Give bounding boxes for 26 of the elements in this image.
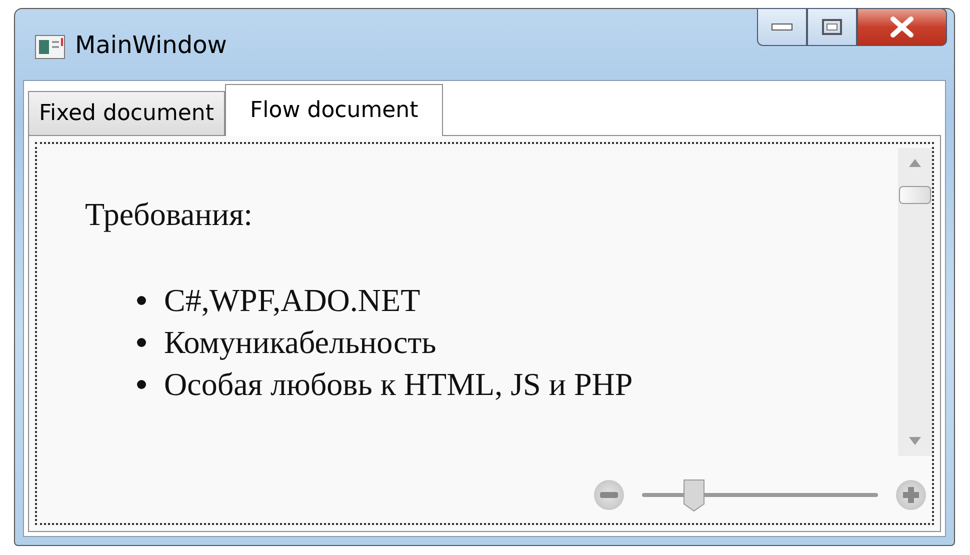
up-arrow-icon[interactable]	[908, 158, 922, 168]
maximize-icon	[822, 19, 842, 35]
tab[interactable]: Flow document	[225, 84, 444, 136]
document-heading: Требования:	[85, 196, 253, 233]
minus-icon	[600, 492, 618, 498]
zoom-out-button[interactable]	[594, 480, 624, 510]
bullet-icon	[137, 380, 146, 388]
list-item: Особая любовь к HTML, JS и PHP	[164, 365, 633, 404]
plus-icon	[901, 485, 921, 505]
maximize-button[interactable]	[807, 8, 857, 46]
close-icon	[889, 16, 915, 38]
close-button[interactable]	[857, 8, 947, 46]
window-title: MainWindow	[75, 31, 227, 59]
minimize-icon	[771, 23, 793, 31]
tab[interactable]: Fixed document	[28, 91, 226, 135]
slider-thumb[interactable]	[682, 478, 706, 512]
down-arrow-icon[interactable]	[908, 436, 922, 446]
scrollbar-thumb[interactable]	[899, 186, 931, 204]
zoom-in-button[interactable]	[896, 480, 926, 510]
app-icon	[35, 35, 65, 59]
bullet-icon	[137, 338, 146, 346]
bullet-icon	[137, 296, 146, 304]
scrollbar[interactable]	[898, 148, 932, 456]
list-item: C#,WPF,ADO.NET	[164, 281, 420, 320]
minimize-button[interactable]	[757, 8, 807, 46]
list-item: Комуникабельность	[164, 323, 436, 362]
